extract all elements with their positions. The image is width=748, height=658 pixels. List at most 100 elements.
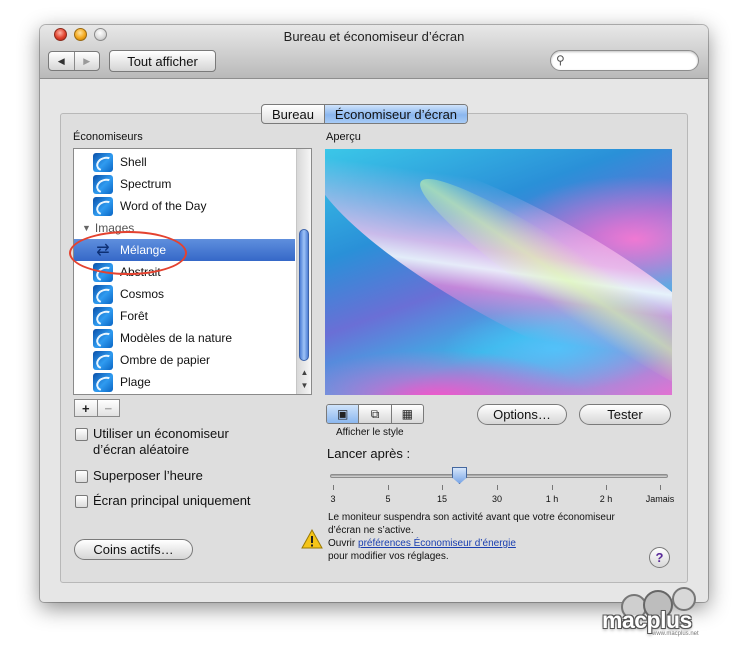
slider-tick-label: 30 [491,494,502,504]
scroll-down-arrow-icon[interactable]: ▼ [297,381,311,390]
show-clock-checkbox[interactable]: Superposer l’heure [75,468,203,484]
help-button[interactable]: ? [649,547,670,568]
slider-tick-label: 1 h [545,494,559,504]
list-item-label: Shell [120,155,147,169]
back-button[interactable]: ◀ [49,52,74,70]
screensaver-icon [93,262,113,282]
display-style-control: ▣ ⧉ ▦ [326,404,424,424]
single-image-style-icon[interactable]: ▣ [327,405,359,423]
list-group-header[interactable]: ▼ Images [74,217,295,239]
list-item-label: Spectrum [120,177,172,191]
list-item[interactable]: Ombre de papier [74,349,295,371]
search-field[interactable]: ⚲ [550,50,699,71]
remove-saver-button[interactable]: − [96,400,120,416]
screensaver-icon [93,152,113,172]
list-item-label: Modèles de la nature [120,331,233,345]
list-item-label: Forêt [120,309,149,323]
list-group-label: Images [94,221,135,235]
slider-tick [442,485,443,490]
start-after-slider-track[interactable] [330,474,668,478]
slider-tick-label: 15 [436,494,447,504]
slider-tick-label: 3 [330,494,336,504]
test-button[interactable]: Tester [579,404,671,425]
window-title: Bureau et économiseur d’écran [283,29,465,44]
back-forward-control: ◀ ▶ [48,51,100,71]
start-after-label: Lancer après : [327,446,411,461]
main-screen-label: Écran principal uniquement [93,493,251,508]
notice-line: pour modifier vos réglages. [328,551,449,562]
list-item[interactable]: Modèles de la nature [74,327,295,349]
add-saver-button[interactable]: + [75,400,97,416]
savers-list[interactable]: Shell Spectrum Word of the Day ▼ Images … [73,148,312,395]
slider-tick-label: 5 [385,494,391,504]
watermark-text: macplus [602,607,692,633]
list-item[interactable]: Spectrum [74,173,295,195]
slider-tick [333,485,334,490]
slider-tick [497,485,498,490]
list-item[interactable]: Plage [74,371,295,393]
notice-open-line: Ouvrir préférences Économiseur d’énergie [328,538,516,549]
shuffle-icon: ⇄ [96,241,110,259]
vertical-scrollbar[interactable]: ▲ ▼ [296,149,311,394]
show-all-button[interactable]: Tout afficher [109,50,216,72]
list-item-label: Plage [120,375,151,389]
tab-desktop[interactable]: Bureau [262,105,324,123]
scroll-up-arrow-icon[interactable]: ▲ [297,368,311,377]
notice-open-prefix: Ouvrir [328,538,356,549]
tab-screen-saver[interactable]: Économiseur d’écran [323,105,468,123]
screensaver-icon [93,306,113,326]
search-icon: ⚲ [556,53,565,67]
list-item[interactable]: Shell [74,151,295,173]
notice-line: d’écran ne s’active. [328,525,414,536]
tab-bar: Bureau Économiseur d’écran [261,104,469,124]
forward-button[interactable]: ▶ [73,52,100,70]
watermark-url: www.macplus.net [652,631,699,637]
energy-saver-link[interactable]: préférences Économiseur d’énergie [358,538,516,549]
random-saver-checkbox[interactable]: Utiliser un économiseur d’écran aléatoire [75,426,229,458]
savers-heading: Économiseurs [73,131,143,143]
list-item-label: Ombre de papier [120,353,211,367]
list-item[interactable]: Forêt [74,305,295,327]
preview-heading: Aperçu [326,131,361,143]
checkbox-box[interactable] [75,428,88,441]
search-input[interactable] [571,53,691,68]
scrollbar-thumb[interactable] [299,229,309,361]
list-item-selected[interactable]: ⇄ Mélange [74,239,295,261]
mosaic-style-icon[interactable]: ▦ [390,405,423,423]
add-remove-control: + − [74,399,120,417]
slider-tick [552,485,553,490]
hot-corners-button[interactable]: Coins actifs… [74,539,193,560]
screensaver-icon [93,328,113,348]
preferences-window: Bureau et économiseur d’écran ◀ ▶ Tout a… [40,25,708,602]
slider-tick [388,485,389,490]
screensaver-icon [93,372,113,392]
preview-light-ribbon [325,149,672,395]
checkbox-box[interactable] [75,495,88,508]
list-item[interactable]: Abstrait [74,261,295,283]
watermark-logo: macplus www.macplus.net [596,585,716,639]
disclosure-triangle-icon[interactable]: ▼ [82,223,91,233]
list-item[interactable]: Word of the Day [74,195,295,217]
title-bar: Bureau et économiseur d’écran ◀ ▶ Tout a… [40,25,708,79]
slider-tick-label: Jamais [645,494,675,504]
main-screen-checkbox[interactable]: Écran principal uniquement [75,493,251,509]
options-button[interactable]: Options… [477,404,567,425]
list-item-label: Abstrait [120,265,161,279]
screensaver-preview [325,149,672,395]
random-saver-label: Utiliser un économiseur d’écran aléatoire [93,426,229,457]
slider-tick-label: 2 h [599,494,613,504]
list-item-label: Word of the Day [120,199,207,213]
screensaver-icon [93,350,113,370]
screensaver-icon [93,196,113,216]
notice-line: Le moniteur suspendra son activité avant… [328,512,615,523]
show-clock-label: Superposer l’heure [93,468,203,483]
screensaver-icon [93,174,113,194]
list-item[interactable]: Cosmos [74,283,295,305]
screensaver-icon [93,284,113,304]
checkbox-box[interactable] [75,470,88,483]
warning-icon [301,529,323,549]
slider-tick [606,485,607,490]
slider-tick [660,485,661,490]
collage-style-icon[interactable]: ⧉ [358,405,390,423]
display-style-label: Afficher le style [336,427,404,438]
